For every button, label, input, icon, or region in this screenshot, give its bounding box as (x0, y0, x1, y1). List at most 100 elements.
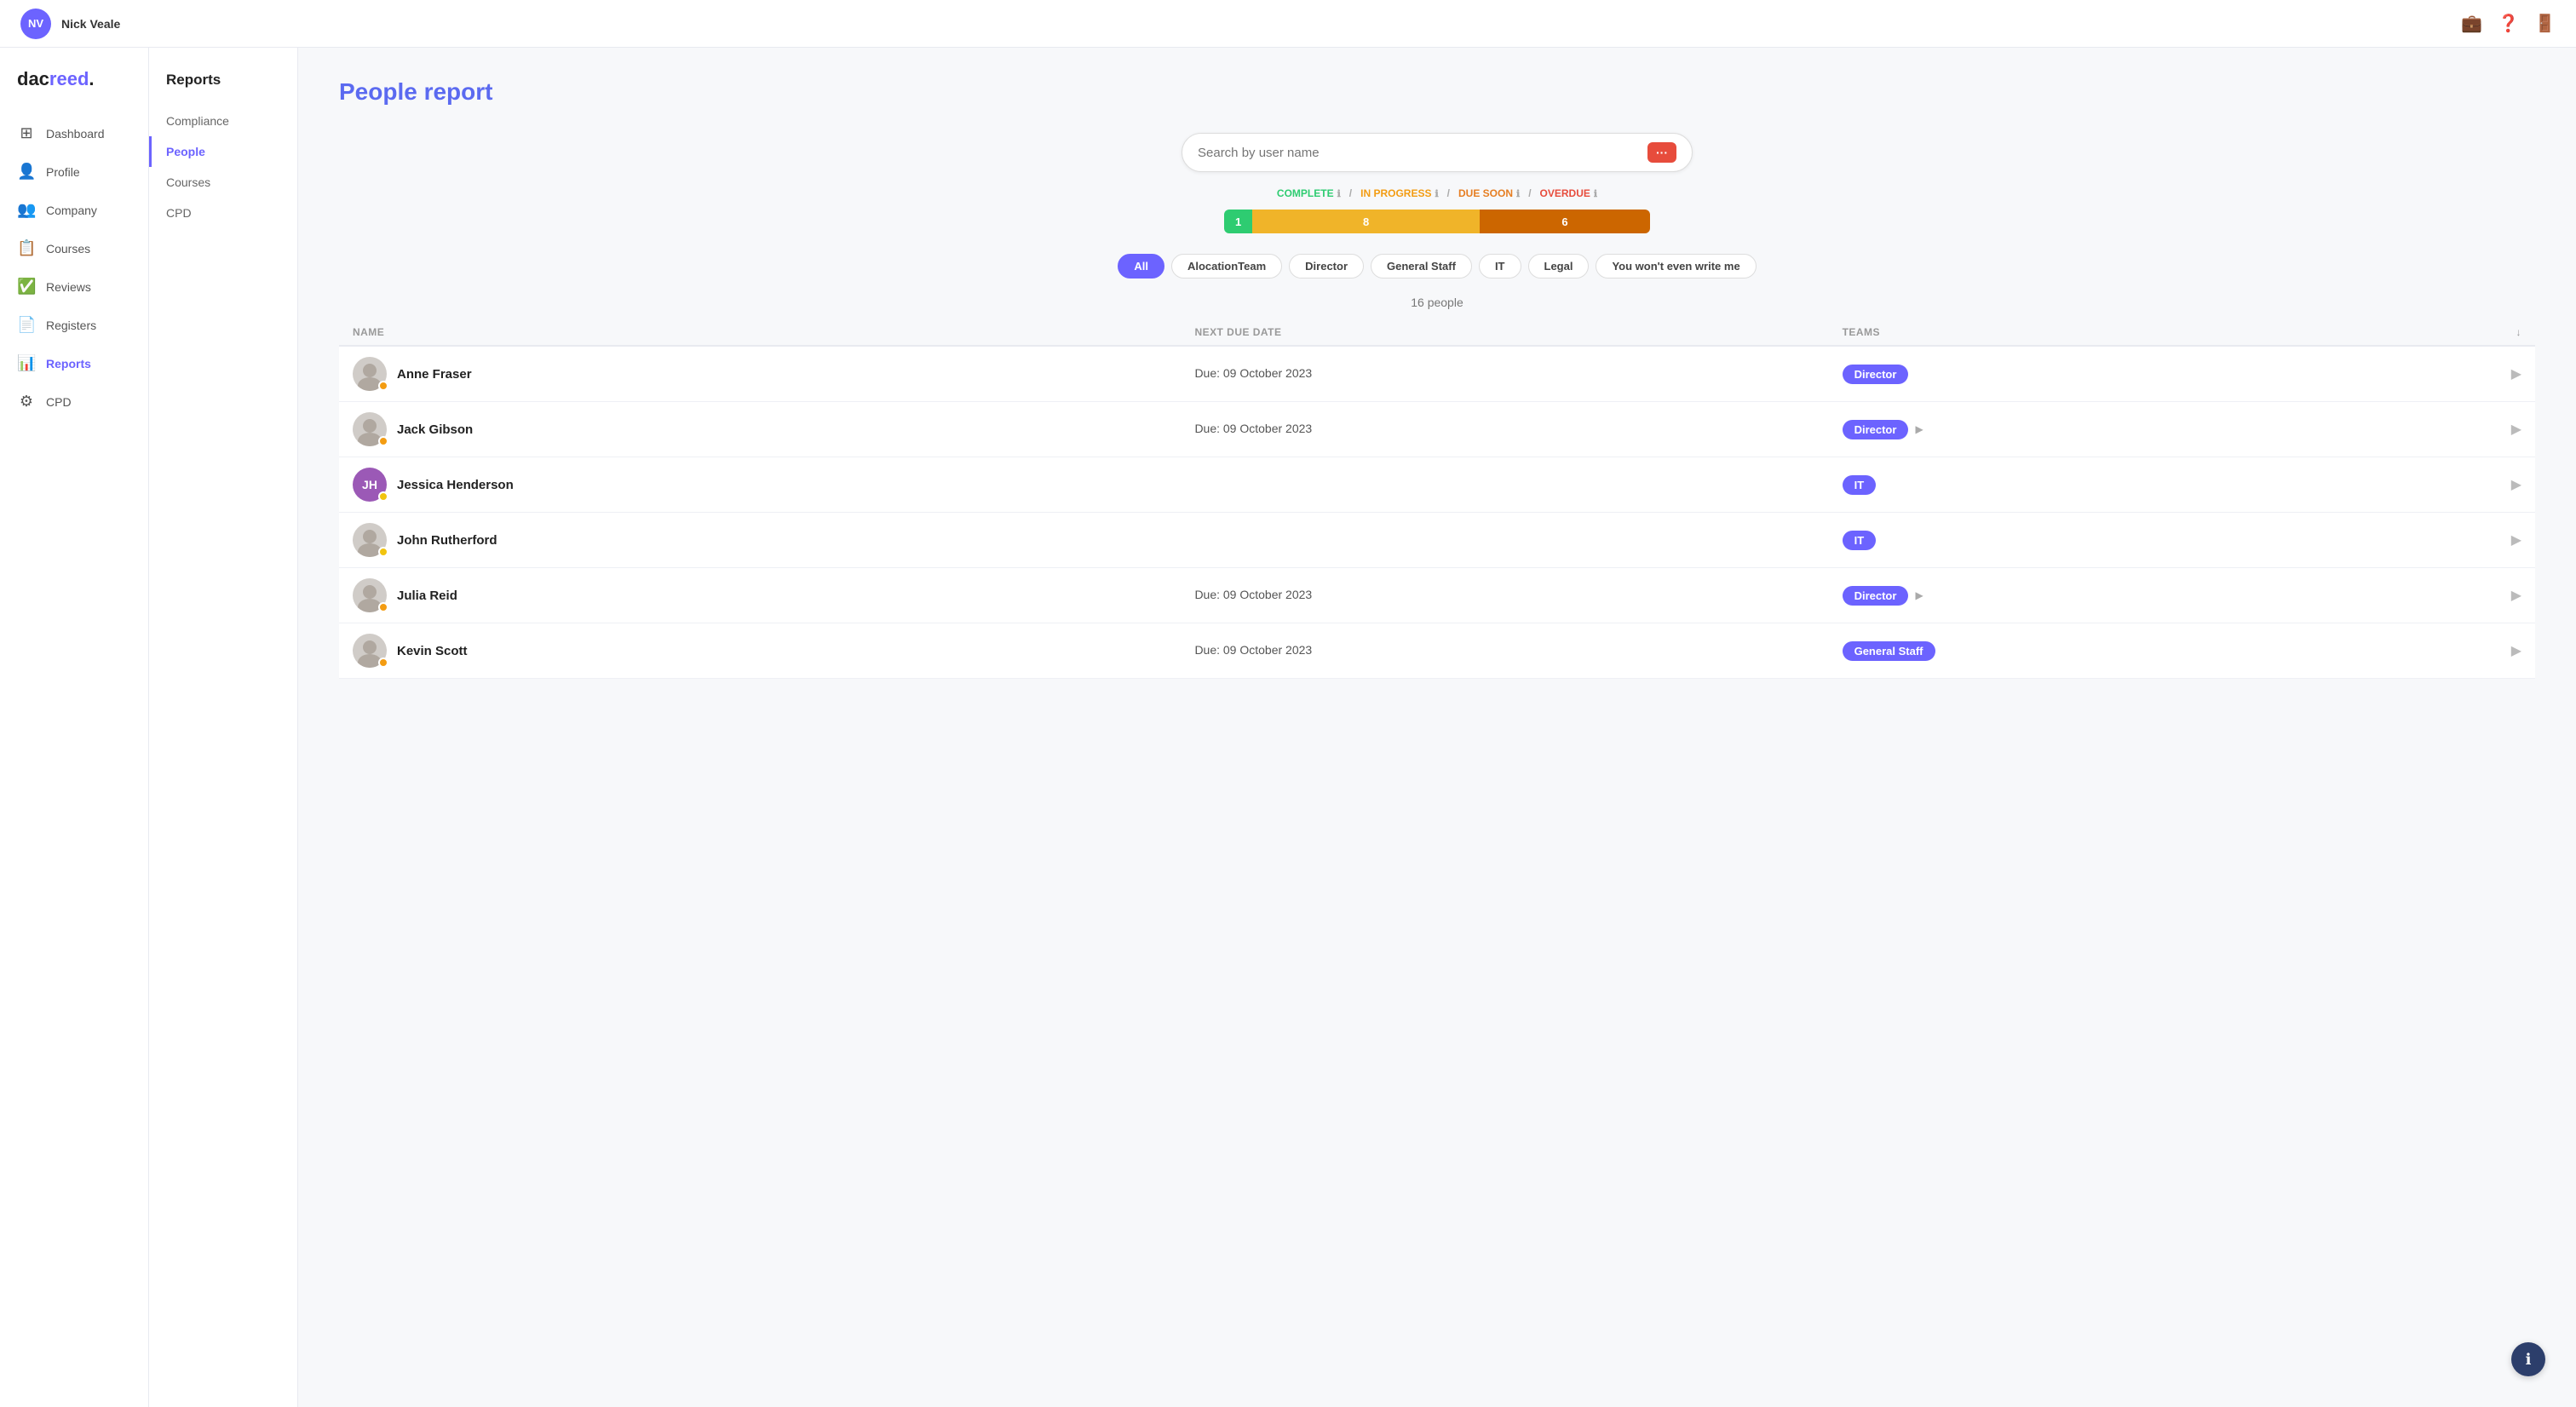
status-dot (378, 547, 388, 557)
help-icon[interactable]: ❓ (2498, 13, 2519, 34)
team-badge: Director (1843, 420, 1909, 439)
sidebar-label-dashboard: Dashboard (46, 127, 105, 141)
person-cell: Jack Gibson (353, 412, 1167, 446)
row-arrow[interactable]: ▶ (2366, 623, 2535, 679)
person-cell: Julia Reid (353, 578, 1167, 612)
person-name: Jack Gibson (397, 422, 473, 437)
reports-icon: 📊 (17, 354, 36, 372)
filter-director[interactable]: Director (1289, 254, 1364, 279)
filter-general-staff[interactable]: General Staff (1371, 254, 1472, 279)
search-input[interactable] (1198, 146, 1639, 160)
team-cell: IT (1843, 475, 2353, 495)
sidebar-item-dashboard[interactable]: ⊞ Dashboard (0, 114, 148, 152)
legend-complete: COMPLETE ℹ (1277, 187, 1341, 199)
search-bar-wrap: ··· (339, 133, 2535, 172)
sidebar-item-cpd[interactable]: ⚙ CPD (0, 382, 148, 421)
search-bar: ··· (1182, 133, 1693, 172)
due-date-cell: Due: 09 October 2023 (1181, 568, 1828, 623)
team-badge: Director (1843, 365, 1909, 384)
due-date-cell (1181, 513, 1828, 568)
team-badge: IT (1843, 475, 1877, 495)
sidebar-label-registers: Registers (46, 319, 96, 332)
col-teams: TEAMS (1829, 319, 2366, 346)
info-fab[interactable]: ℹ (2511, 1342, 2545, 1376)
sub-sidebar-item-cpd[interactable]: CPD (149, 198, 297, 228)
row-arrow[interactable]: ▶ (2366, 346, 2535, 402)
team-cell: General Staff (1843, 641, 2353, 661)
team-cell: Director ▶ (1843, 586, 2353, 606)
sidebar-label-company: Company (46, 204, 97, 217)
team-cell: Director ▶ (1843, 420, 2353, 439)
sidebar-item-company[interactable]: 👥 Company (0, 191, 148, 229)
person-name: Jessica Henderson (397, 478, 514, 492)
filter-alocationteam[interactable]: AlocationTeam (1171, 254, 1282, 279)
logout-icon[interactable]: 🚪 (2534, 13, 2556, 34)
logo-text: dacreed. (17, 68, 95, 89)
person-name: John Rutherford (397, 533, 497, 548)
sub-sidebar-label-cpd: CPD (166, 206, 192, 220)
row-arrow[interactable]: ▶ (2366, 402, 2535, 457)
sidebar-label-reviews: Reviews (46, 280, 91, 294)
sidebar-item-registers[interactable]: 📄 Registers (0, 306, 148, 344)
legend-overdue: OVERDUE ℹ (1540, 187, 1598, 199)
team-badge: General Staff (1843, 641, 1935, 661)
table-row: Anne Fraser Due: 09 October 2023 Directo… (339, 346, 2535, 402)
progress-bar-wrap: 1 8 6 (339, 210, 2535, 233)
row-arrow[interactable]: ▶ (2366, 513, 2535, 568)
teams-cell: IT (1829, 513, 2366, 568)
people-table: NAME NEXT DUE DATE TEAMS ↓ Anne Fraser (339, 319, 2535, 679)
sidebar-item-profile[interactable]: 👤 Profile (0, 152, 148, 191)
pb-inprogress: 8 (1252, 210, 1480, 233)
filter-legal[interactable]: Legal (1528, 254, 1590, 279)
sidebar-item-reviews[interactable]: ✅ Reviews (0, 267, 148, 306)
legend-duesoon: DUE SOON ℹ (1458, 187, 1520, 199)
sub-sidebar-label-courses: Courses (166, 175, 210, 189)
team-badge: IT (1843, 531, 1877, 550)
sidebar-item-courses[interactable]: 📋 Courses (0, 229, 148, 267)
due-date: Due: 09 October 2023 (1194, 422, 1312, 435)
teams-cell: General Staff (1829, 623, 2366, 679)
status-dot (378, 602, 388, 612)
filter-it[interactable]: IT (1479, 254, 1521, 279)
briefcase-icon[interactable]: 💼 (2461, 13, 2482, 34)
table-row: JH Jessica Henderson IT ▶ (339, 457, 2535, 513)
person-cell: John Rutherford (353, 523, 1167, 557)
filter-custom[interactable]: You won't even write me (1596, 254, 1756, 279)
reviews-icon: ✅ (17, 278, 36, 296)
person-cell: Kevin Scott (353, 634, 1167, 668)
due-date: Due: 09 October 2023 (1194, 366, 1312, 380)
status-dot (378, 491, 388, 502)
team-expand-icon[interactable]: ▶ (1915, 423, 1923, 435)
main-content: People report ··· COMPLETE ℹ / IN PROGRE… (298, 48, 2576, 1407)
row-arrow[interactable]: ▶ (2366, 457, 2535, 513)
col-download[interactable]: ↓ (2366, 319, 2535, 346)
sidebar-item-reports[interactable]: 📊 Reports (0, 344, 148, 382)
filter-all[interactable]: All (1118, 254, 1164, 279)
table-row: Jack Gibson Due: 09 October 2023 Directo… (339, 402, 2535, 457)
team-badge: Director (1843, 586, 1909, 606)
due-date: Due: 09 October 2023 (1194, 643, 1312, 657)
person-name: Julia Reid (397, 589, 457, 603)
team-cell: Director (1843, 365, 2353, 384)
people-count: 16 people (339, 296, 2535, 309)
col-due-date: NEXT DUE DATE (1181, 319, 1828, 346)
table-row: John Rutherford IT ▶ (339, 513, 2535, 568)
sub-sidebar-item-courses[interactable]: Courses (149, 167, 297, 198)
person-cell: JH Jessica Henderson (353, 468, 1167, 502)
logo: dacreed. (0, 68, 148, 114)
teams-cell: Director (1829, 346, 2366, 402)
complete-info-icon: ℹ (1337, 188, 1341, 199)
sub-sidebar-item-people[interactable]: People (149, 136, 297, 167)
status-dot (378, 436, 388, 446)
teams-cell: Director ▶ (1829, 402, 2366, 457)
team-expand-icon[interactable]: ▶ (1915, 589, 1923, 601)
sub-sidebar-label-people: People (166, 145, 205, 158)
search-button[interactable]: ··· (1647, 142, 1676, 163)
sub-sidebar-title: Reports (149, 72, 297, 106)
row-arrow[interactable]: ▶ (2366, 568, 2535, 623)
sidebar-label-reports: Reports (46, 357, 91, 370)
sidebar-label-cpd: CPD (46, 395, 72, 409)
legend-inprogress: IN PROGRESS ℹ (1360, 187, 1439, 199)
person-name: Anne Fraser (397, 367, 472, 382)
sub-sidebar-item-compliance[interactable]: Compliance (149, 106, 297, 136)
